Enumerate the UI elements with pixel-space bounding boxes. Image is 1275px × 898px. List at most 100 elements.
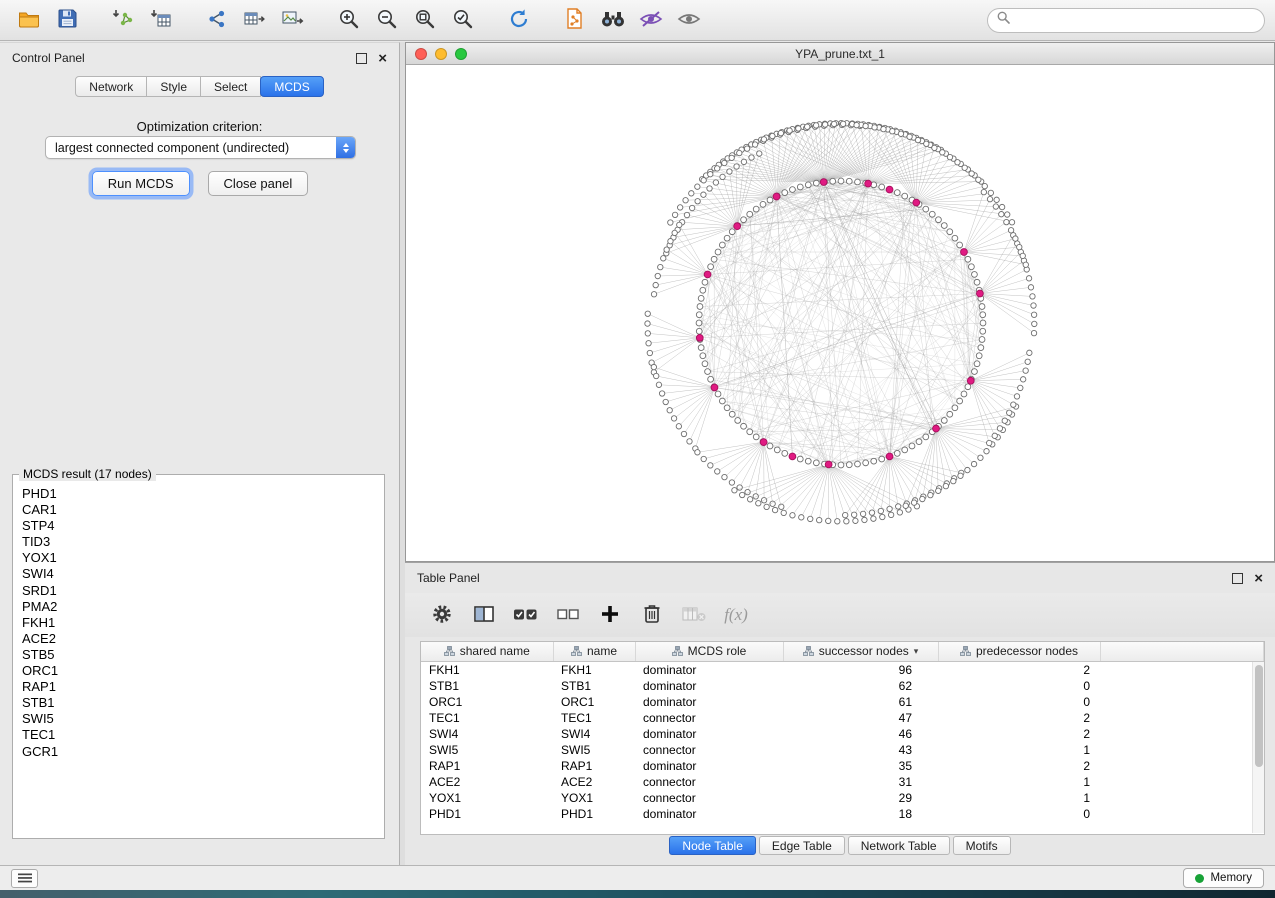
minimize-window-icon[interactable] xyxy=(435,48,447,60)
table-row[interactable]: SWI5SWI5connector431 xyxy=(421,742,1264,758)
table-panel-header: Table Panel × xyxy=(405,563,1275,593)
column-header-filler xyxy=(1100,642,1264,661)
float-panel-icon[interactable] xyxy=(356,53,367,64)
run-mcds-button[interactable]: Run MCDS xyxy=(92,171,190,196)
mcds-result-item[interactable]: PMA2 xyxy=(22,599,383,615)
zoom-in-button[interactable] xyxy=(330,5,368,36)
export-network-button[interactable] xyxy=(198,5,236,36)
table-toolbar: f(x) xyxy=(405,593,1275,637)
cell-filler xyxy=(1100,710,1264,726)
tab-network-table[interactable]: Network Table xyxy=(848,836,950,855)
mcds-result-item[interactable]: YOX1 xyxy=(22,550,383,566)
import-table-button[interactable] xyxy=(142,5,180,36)
cell-successor-nodes: 46 xyxy=(783,726,938,742)
network-window-titlebar[interactable]: YPA_prune.txt_1 xyxy=(406,43,1274,65)
table-row[interactable]: SWI4SWI4dominator462 xyxy=(421,726,1264,742)
mcds-result-item[interactable]: SWI5 xyxy=(22,711,383,727)
cell-shared-name: RAP1 xyxy=(421,758,553,774)
mcds-result-item[interactable]: FKH1 xyxy=(22,615,383,631)
column-header-mcds-role[interactable]: MCDS role xyxy=(635,642,783,661)
close-window-icon[interactable] xyxy=(415,48,427,60)
delete-table-button[interactable] xyxy=(677,600,711,630)
delete-column-button[interactable] xyxy=(635,600,669,630)
deselect-all-columns-button[interactable] xyxy=(551,600,585,630)
mcds-result-item[interactable]: STP4 xyxy=(22,518,383,534)
search-icon xyxy=(997,11,1010,29)
tab-style[interactable]: Style xyxy=(146,76,201,97)
close-panel-button[interactable]: Close panel xyxy=(208,171,309,196)
toolbar-separator xyxy=(538,20,556,21)
table-row[interactable]: RAP1RAP1dominator352 xyxy=(421,758,1264,774)
mcds-result-item[interactable]: ORC1 xyxy=(22,663,383,679)
network-canvas[interactable] xyxy=(406,65,1274,562)
save-session-button[interactable] xyxy=(48,5,86,36)
mcds-result-item[interactable]: ACE2 xyxy=(22,631,383,647)
table-row[interactable]: ORC1ORC1dominator610 xyxy=(421,694,1264,710)
maximize-window-icon[interactable] xyxy=(455,48,467,60)
mcds-result-item[interactable]: TEC1 xyxy=(22,727,383,743)
export-image-button[interactable] xyxy=(274,5,312,36)
table-row[interactable]: STB1STB1dominator620 xyxy=(421,678,1264,694)
memory-button[interactable]: Memory xyxy=(1183,868,1264,888)
table-row[interactable]: YOX1YOX1connector291 xyxy=(421,790,1264,806)
mcds-result-item[interactable]: SRD1 xyxy=(22,583,383,599)
tab-select[interactable]: Select xyxy=(200,76,261,97)
share-document-button[interactable] xyxy=(556,5,594,36)
find-button[interactable] xyxy=(594,5,632,36)
cell-mcds-role: connector xyxy=(635,710,783,726)
refresh-button[interactable] xyxy=(500,5,538,36)
mcds-result-item[interactable]: TID3 xyxy=(22,534,383,550)
create-column-button[interactable] xyxy=(593,600,627,630)
mcds-result-item[interactable]: CAR1 xyxy=(22,502,383,518)
scrollbar-thumb[interactable] xyxy=(1255,665,1263,767)
task-history-button[interactable] xyxy=(11,869,38,888)
mcds-result-item[interactable]: PHD1 xyxy=(22,486,383,502)
criterion-dropdown-value: largest connected component (undirected) xyxy=(55,141,289,155)
close-panel-icon[interactable]: × xyxy=(378,51,387,66)
mcds-result-item[interactable]: RAP1 xyxy=(22,679,383,695)
tab-network[interactable]: Network xyxy=(75,76,147,97)
tab-motifs[interactable]: Motifs xyxy=(953,836,1011,855)
network-window-title: YPA_prune.txt_1 xyxy=(406,47,1274,61)
search-input[interactable] xyxy=(1016,13,1255,27)
show-columns-button[interactable] xyxy=(467,600,501,630)
cell-filler xyxy=(1100,758,1264,774)
criterion-dropdown[interactable]: largest connected component (undirected) xyxy=(45,136,356,159)
zoom-out-button[interactable] xyxy=(368,5,406,36)
close-panel-icon[interactable]: × xyxy=(1254,571,1263,586)
mcds-result-item[interactable]: SWI4 xyxy=(22,566,383,582)
tab-edge-table[interactable]: Edge Table xyxy=(759,836,845,855)
column-header-successor-nodes[interactable]: successor nodes ▾ xyxy=(783,642,938,661)
cell-mcds-role: connector xyxy=(635,790,783,806)
mcds-result-item[interactable]: STB5 xyxy=(22,647,383,663)
cell-mcds-role: dominator xyxy=(635,726,783,742)
column-header-shared-name[interactable]: shared name xyxy=(421,642,553,661)
cell-predecessor-nodes: 1 xyxy=(938,790,1100,806)
zoom-fit-button[interactable] xyxy=(406,5,444,36)
float-panel-icon[interactable] xyxy=(1232,573,1243,584)
zoom-selected-button[interactable] xyxy=(444,5,482,36)
table-row[interactable]: TEC1TEC1connector472 xyxy=(421,710,1264,726)
open-session-button[interactable] xyxy=(10,5,48,36)
column-header-name[interactable]: name xyxy=(553,642,635,661)
tab-node-table[interactable]: Node Table xyxy=(669,836,756,855)
import-network-button[interactable] xyxy=(104,5,142,36)
tab-mcds[interactable]: MCDS xyxy=(260,76,323,97)
mcds-result-item[interactable]: STB1 xyxy=(22,695,383,711)
table-settings-button[interactable] xyxy=(425,600,459,630)
table-scrollbar[interactable] xyxy=(1252,662,1264,833)
function-builder-button[interactable]: f(x) xyxy=(719,600,753,630)
table-row[interactable]: FKH1FKH1dominator962 xyxy=(421,661,1264,678)
mcds-result-title: MCDS result (17 nodes) xyxy=(19,467,156,481)
export-table-button[interactable] xyxy=(236,5,274,36)
cell-successor-nodes: 43 xyxy=(783,742,938,758)
show-graphics-button[interactable] xyxy=(670,5,708,36)
mcds-result-item[interactable]: GCR1 xyxy=(22,744,383,760)
select-all-columns-button[interactable] xyxy=(509,600,543,630)
search-field[interactable] xyxy=(987,8,1265,33)
hide-graphics-button[interactable] xyxy=(632,5,670,36)
column-header-predecessor-nodes[interactable]: predecessor nodes xyxy=(938,642,1100,661)
table-row[interactable]: ACE2ACE2connector311 xyxy=(421,774,1264,790)
table-row[interactable]: PHD1PHD1dominator180 xyxy=(421,806,1264,822)
gear-icon xyxy=(431,603,453,628)
